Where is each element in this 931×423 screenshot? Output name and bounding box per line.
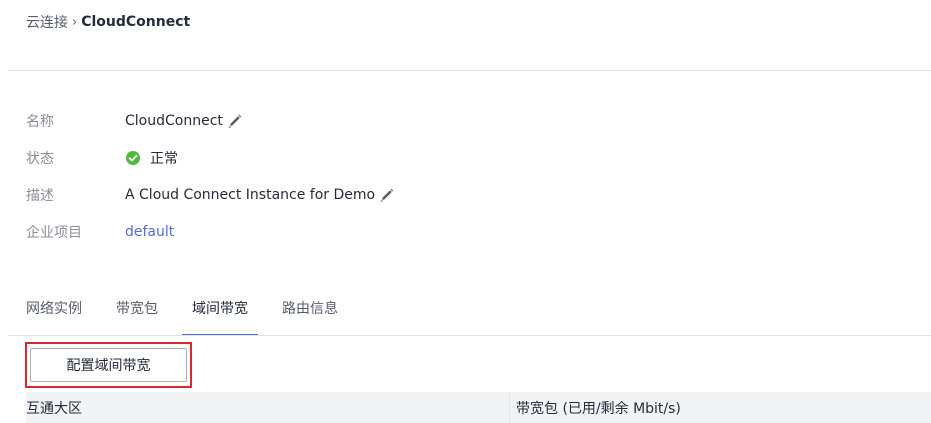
tabs-divider	[8, 335, 931, 336]
info-row-name: 名称 CloudConnect	[26, 110, 395, 132]
configure-inter-domain-bandwidth-button[interactable]: 配置域间带宽	[30, 348, 187, 382]
description-value: A Cloud Connect Instance for Demo	[125, 187, 376, 203]
edit-name-icon[interactable]	[227, 113, 243, 129]
edit-description-icon[interactable]	[379, 187, 395, 203]
status-value-group: 正常	[125, 148, 178, 168]
column-header-region: 互通大区	[26, 400, 82, 417]
breadcrumb-current: CloudConnect	[81, 14, 191, 30]
project-link[interactable]: default	[125, 224, 174, 240]
name-label: 名称	[26, 114, 54, 130]
breadcrumb: 云连接 › CloudConnect	[26, 11, 190, 33]
column-header-bandwidth-package: 带宽包 (已用/剩余 Mbit/s)	[509, 392, 681, 423]
info-row-project: 企业项目 default	[26, 221, 395, 243]
tab-inter-domain-bandwidths-label: 域间带宽	[192, 301, 248, 317]
project-value-group: default	[125, 224, 174, 240]
status-label: 状态	[26, 151, 54, 167]
info-row-description: 描述 A Cloud Connect Instance for Demo	[26, 184, 395, 206]
description-label: 描述	[26, 188, 54, 204]
name-value: CloudConnect	[125, 113, 223, 129]
tab-route-information-label: 路由信息	[282, 301, 338, 317]
tab-network-instances[interactable]: 网络实例	[26, 292, 82, 336]
breadcrumb-separator-icon: ›	[72, 14, 78, 30]
tab-bandwidth-packages-label: 带宽包	[116, 301, 158, 317]
name-value-group: CloudConnect	[125, 113, 243, 129]
status-value: 正常	[150, 151, 178, 167]
project-label: 企业项目	[26, 225, 82, 241]
tab-inter-domain-bandwidths[interactable]: 域间带宽	[182, 292, 258, 336]
instance-info: 名称 CloudConnect 状态 正常 描述 A Cloud Connect…	[26, 110, 395, 243]
tab-route-information[interactable]: 路由信息	[282, 292, 338, 336]
detail-tabs: 网络实例 带宽包 域间带宽 路由信息	[26, 292, 350, 336]
breadcrumb-parent-cloud-connect[interactable]: 云连接	[26, 12, 68, 32]
table-header: 互通大区 带宽包 (已用/剩余 Mbit/s)	[26, 392, 931, 423]
check-circle-icon	[125, 150, 141, 166]
tab-bandwidth-packages[interactable]: 带宽包	[116, 292, 158, 336]
tab-network-instances-label: 网络实例	[26, 301, 82, 317]
info-row-status: 状态 正常	[26, 147, 395, 169]
description-value-group: A Cloud Connect Instance for Demo	[125, 187, 395, 203]
header-divider	[8, 70, 931, 71]
